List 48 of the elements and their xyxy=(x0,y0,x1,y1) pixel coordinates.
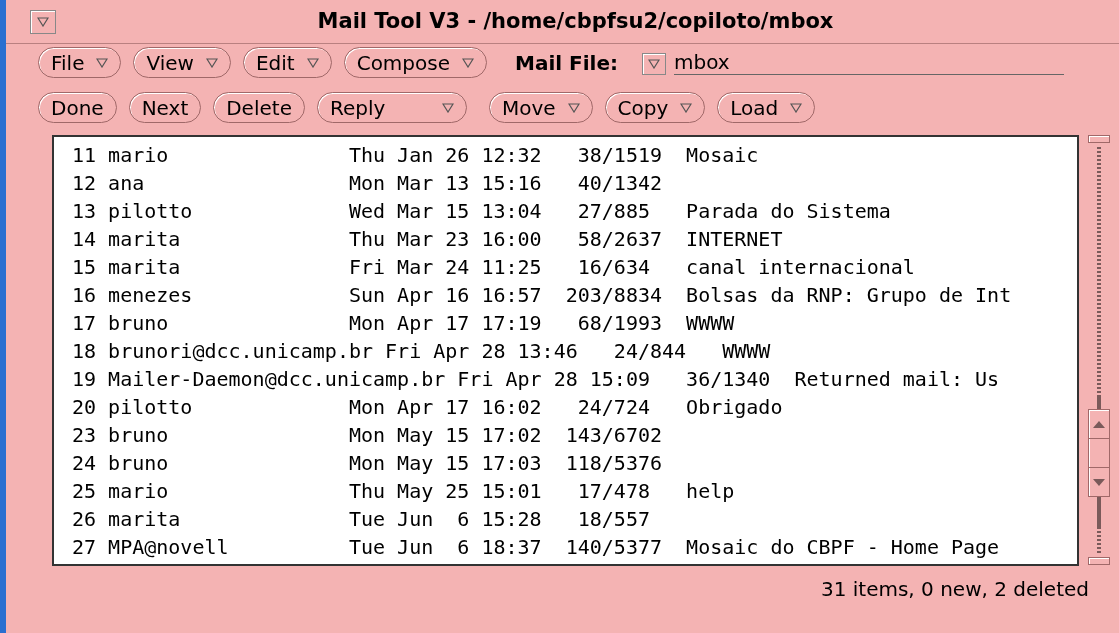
message-row[interactable]: 23 bruno Mon May 15 17:02 143/6702 xyxy=(72,421,1078,449)
message-row[interactable]: 26 marita Tue Jun 6 15:28 18/557 xyxy=(72,505,1078,533)
window-title: Mail Tool V3 - /home/cbpfsu2/copiloto/mbox xyxy=(317,7,834,35)
message-row[interactable]: 25 mario Thu May 25 15:01 17/478 help xyxy=(72,477,1078,505)
down-arrow-icon[interactable] xyxy=(1093,478,1106,486)
menu-button[interactable]: View xyxy=(133,47,231,78)
message-row[interactable]: 16 menezes Sun Apr 16 16:57 203/8834 Bolsas da RNP: Grupo de Int xyxy=(72,281,1078,309)
menu-button[interactable]: File xyxy=(38,47,122,78)
mail-file-field[interactable]: mbox xyxy=(674,50,1065,75)
menu-button[interactable]: Reply xyxy=(316,92,467,123)
status-text: 31 items, 0 new, 2 deleted xyxy=(820,576,1089,603)
menu-button[interactable]: Move xyxy=(488,92,593,123)
up-arrow-icon[interactable] xyxy=(1093,420,1106,428)
message-row[interactable]: 12 ana Mon Mar 13 15:16 40/1342 xyxy=(72,169,1078,197)
caret-icon xyxy=(567,102,580,113)
menu-button[interactable]: Edit xyxy=(242,47,332,78)
button[interactable]: Delete xyxy=(213,92,305,123)
caret-icon xyxy=(680,102,693,113)
caret-icon xyxy=(96,57,109,68)
caret-icon xyxy=(441,102,454,113)
message-row[interactable]: 20 pilotto Mon Apr 17 16:02 24/724 Obrigado xyxy=(72,393,1078,421)
message-row[interactable]: 24 bruno Mon May 15 17:03 118/5376 xyxy=(72,449,1078,477)
caret-icon xyxy=(648,59,661,69)
caret-icon xyxy=(790,102,803,113)
message-row[interactable]: 18 brunori@dcc.unicamp.br Fri Apr 28 13:46 24/844 WWWW xyxy=(72,337,1078,365)
scrollbar-thumb[interactable] xyxy=(1088,409,1111,497)
mail-file-menu-button[interactable] xyxy=(642,53,667,75)
scrollbar-top-cap[interactable] xyxy=(1088,135,1111,143)
message-row[interactable]: 19 Mailer-Daemon@dcc.unicamp.br Fri Apr 28 15:09 36/1340 Returned mail: Us xyxy=(72,365,1078,393)
caret-icon xyxy=(205,57,218,68)
caret-icon xyxy=(306,57,319,68)
window-menu-button[interactable] xyxy=(30,9,56,34)
message-row[interactable]: 27 MPA@novell Tue Jun 6 18:37 140/5377 Mosaic do CBPF - Home Page xyxy=(72,533,1078,561)
message-row[interactable]: 15 marita Fri Mar 24 11:25 16/634 canal internacional xyxy=(72,253,1078,281)
button[interactable]: Next xyxy=(128,92,202,123)
mail-file-label: Mail File: xyxy=(515,49,619,77)
caret-icon xyxy=(462,57,474,68)
message-row[interactable]: 14 marita Thu Mar 23 16:00 58/2637 INTERNET xyxy=(72,225,1078,253)
caret-icon xyxy=(37,16,49,27)
scrollbar[interactable] xyxy=(1087,135,1111,566)
message-row[interactable]: 13 pilotto Wed Mar 15 13:04 27/885 Parada do Sistema xyxy=(72,197,1078,225)
message-row[interactable]: 11 mario Thu Jan 26 12:32 38/1519 Mosaic xyxy=(72,141,1078,169)
menu-button[interactable]: Compose xyxy=(343,47,487,78)
message-row[interactable]: 17 bruno Mon Apr 17 17:19 68/1993 WWWW xyxy=(72,309,1078,337)
menu-button[interactable]: Copy xyxy=(604,92,706,123)
menu-button[interactable]: Load xyxy=(717,92,816,123)
scrollbar-bottom-cap[interactable] xyxy=(1088,557,1111,565)
button[interactable]: Done xyxy=(38,92,117,123)
